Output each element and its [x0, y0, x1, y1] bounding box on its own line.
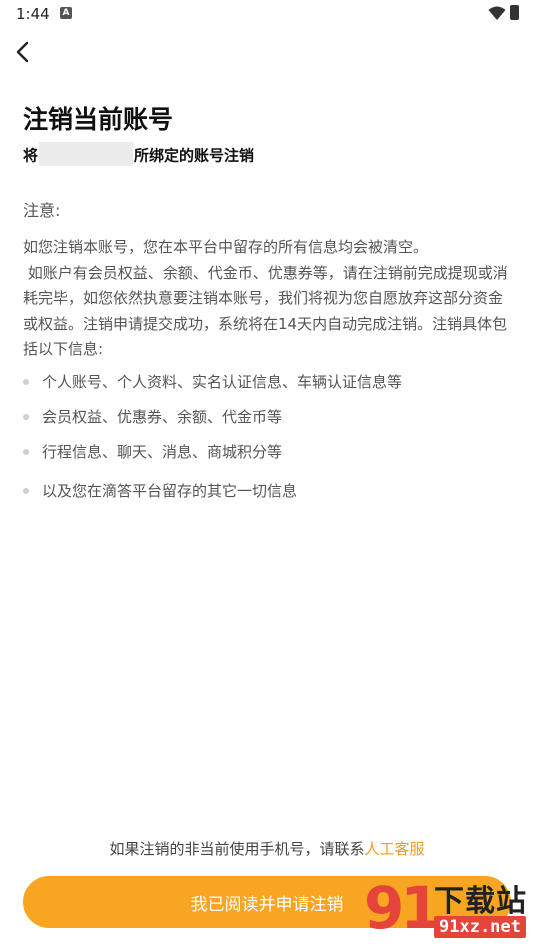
page-subtitle: 将 所绑定的账号注销	[23, 142, 255, 168]
bullet-dot-icon	[23, 488, 29, 494]
list-item: 个人账号、个人资料、实名认证信息、车辆认证信息等	[23, 370, 515, 405]
status-bar: 1:44 A	[0, 0, 534, 28]
watermark-number: 91	[364, 874, 441, 942]
chevron-left-icon[interactable]	[10, 38, 38, 66]
notice-paragraph: 如您注销本账号，您在本平台中留存的所有信息均会被清空。 如账户有会员权益、余额、…	[23, 238, 508, 358]
wifi-icon	[488, 6, 506, 20]
notice-label: 注意:	[23, 201, 61, 220]
customer-service-link[interactable]: 人工客服	[365, 840, 425, 858]
list-item: 以及您在滴答平台留存的其它一切信息	[23, 479, 515, 514]
bullet-dot-icon	[23, 414, 29, 420]
list-item: 行程信息、聊天、消息、商城积分等	[23, 440, 515, 475]
battery-charging-icon	[510, 5, 519, 20]
cancellation-items-list: 个人账号、个人资料、实名认证信息、车辆认证信息等 会员权益、优惠券、余额、代金币…	[23, 370, 515, 514]
contact-support-line: 如果注销的非当前使用手机号，请联系人工客服	[0, 838, 534, 859]
masked-phone-number	[39, 142, 134, 166]
page-title: 注销当前账号	[23, 105, 174, 134]
status-time: 1:44	[16, 5, 50, 23]
contact-text: 如果注销的非当前使用手机号，请联系	[109, 840, 365, 858]
bullet-dot-icon	[23, 379, 29, 385]
watermark-title: 下载站	[434, 884, 527, 919]
watermark-logo: 91 下载站 91xz.net	[364, 870, 532, 948]
list-item: 会员权益、优惠券、余额、代金币等	[23, 405, 515, 440]
a-notification-icon: A	[60, 7, 72, 19]
watermark-domain: 91xz.net	[434, 916, 526, 938]
subtitle-prefix: 将	[23, 146, 39, 165]
bullet-dot-icon	[23, 449, 29, 455]
subtitle-suffix: 所绑定的账号注销	[134, 146, 255, 165]
